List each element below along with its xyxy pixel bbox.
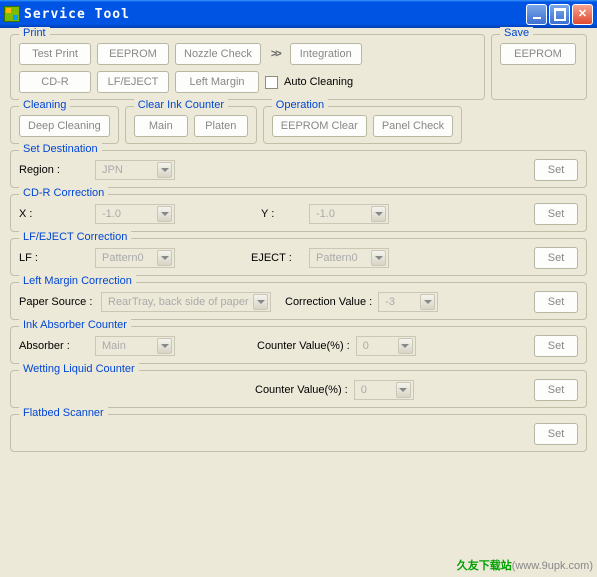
region-value: JPN <box>102 164 123 176</box>
absorber-label: Absorber : <box>19 340 89 352</box>
flatbed-scanner-group: Flatbed Scanner Set <box>10 414 587 452</box>
correction-value: -3 <box>385 296 395 308</box>
lf-label: LF : <box>19 252 89 264</box>
ink-absorber-group: Ink Absorber Counter Absorber : Main Cou… <box>10 326 587 364</box>
cdr-x-combo[interactable]: -1.0 <box>95 204 175 224</box>
chevron-down-icon <box>398 338 413 354</box>
left-margin-correction-group: Left Margin Correction Paper Source : Re… <box>10 282 587 320</box>
ink-counter-value: 0 <box>363 340 369 352</box>
ink-counter-label: Counter Value(%) : <box>257 340 350 352</box>
eeprom-print-button[interactable]: EEPROM <box>97 43 169 65</box>
auto-cleaning-checkbox[interactable] <box>265 76 278 89</box>
ink-counter-combo[interactable]: 0 <box>356 336 416 356</box>
integration-button[interactable]: Integration <box>290 43 362 65</box>
eeprom-clear-button[interactable]: EEPROM Clear <box>272 115 367 137</box>
title-bar: Service Tool <box>0 0 597 28</box>
cdr-x-value: -1.0 <box>102 208 121 220</box>
cdr-y-combo[interactable]: -1.0 <box>309 204 389 224</box>
wetting-liquid-group: Wetting Liquid Counter Counter Value(%) … <box>10 370 587 408</box>
flatbed-scanner-legend: Flatbed Scanner <box>19 407 108 419</box>
arrows-icon: >> <box>267 48 284 60</box>
set-destination-set-button[interactable]: Set <box>534 159 578 181</box>
wetting-counter-value: 0 <box>361 384 367 396</box>
eject-value: Pattern0 <box>316 252 358 264</box>
region-combo[interactable]: JPN <box>95 160 175 180</box>
left-margin-correction-legend: Left Margin Correction <box>19 275 136 287</box>
test-print-button[interactable]: Test Print <box>19 43 91 65</box>
cdr-y-label: Y : <box>261 208 303 220</box>
wetting-counter-label: Counter Value(%) : <box>255 384 348 396</box>
watermark-url: (www.9upk.com) <box>512 560 593 572</box>
correction-value-combo[interactable]: -3 <box>378 292 438 312</box>
cdr-correction-legend: CD-R Correction <box>19 187 108 199</box>
lf-eject-correction-group: LF/EJECT Correction LF : Pattern0 EJECT … <box>10 238 587 276</box>
watermark: 久友下载站(www.9upk.com) <box>457 557 593 573</box>
client-area: Print Test Print EEPROM Nozzle Check >> … <box>0 28 597 577</box>
eject-label: EJECT : <box>251 252 303 264</box>
print-group: Print Test Print EEPROM Nozzle Check >> … <box>10 34 485 100</box>
eject-combo[interactable]: Pattern0 <box>309 248 389 268</box>
app-icon <box>4 6 20 22</box>
set-destination-group: Set Destination Region : JPN Set <box>10 150 587 188</box>
chevron-down-icon <box>253 294 268 310</box>
clear-ink-platen-button[interactable]: Platen <box>194 115 248 137</box>
lf-combo[interactable]: Pattern0 <box>95 248 175 268</box>
flatbed-set-button[interactable]: Set <box>534 423 578 445</box>
clear-ink-group: Clear Ink Counter Main Platen <box>125 106 257 144</box>
left-margin-button[interactable]: Left Margin <box>175 71 259 93</box>
clear-ink-legend: Clear Ink Counter <box>134 99 228 111</box>
print-legend: Print <box>19 27 50 39</box>
close-button[interactable] <box>572 4 593 25</box>
cdr-x-label: X : <box>19 208 89 220</box>
cdr-correction-group: CD-R Correction X : -1.0 Y : -1.0 Set <box>10 194 587 232</box>
panel-check-button[interactable]: Panel Check <box>373 115 453 137</box>
left-margin-set-button[interactable]: Set <box>534 291 578 313</box>
lf-eject-button[interactable]: LF/EJECT <box>97 71 169 93</box>
chevron-down-icon <box>371 206 386 222</box>
save-eeprom-button[interactable]: EEPROM <box>500 43 576 65</box>
chevron-down-icon <box>420 294 435 310</box>
wetting-set-button[interactable]: Set <box>534 379 578 401</box>
window-controls <box>526 4 593 25</box>
absorber-value: Main <box>102 340 126 352</box>
cleaning-legend: Cleaning <box>19 99 70 111</box>
chevron-down-icon <box>157 250 172 266</box>
absorber-combo[interactable]: Main <box>95 336 175 356</box>
lf-value: Pattern0 <box>102 252 144 264</box>
chevron-down-icon <box>157 338 172 354</box>
window-title: Service Tool <box>24 7 130 22</box>
lf-eject-set-button[interactable]: Set <box>534 247 578 269</box>
chevron-down-icon <box>371 250 386 266</box>
nozzle-check-button[interactable]: Nozzle Check <box>175 43 261 65</box>
chevron-down-icon <box>157 162 172 178</box>
clear-ink-main-button[interactable]: Main <box>134 115 188 137</box>
operation-group: Operation EEPROM Clear Panel Check <box>263 106 462 144</box>
paper-source-value: RearTray, back side of paper <box>108 296 249 308</box>
watermark-site: 久友下载站 <box>457 560 512 572</box>
chevron-down-icon <box>396 382 411 398</box>
ink-absorber-legend: Ink Absorber Counter <box>19 319 131 331</box>
save-group: Save EEPROM <box>491 34 587 100</box>
minimize-button[interactable] <box>526 4 547 25</box>
set-destination-legend: Set Destination <box>19 143 102 155</box>
cdr-button[interactable]: CD-R <box>19 71 91 93</box>
wetting-counter-combo[interactable]: 0 <box>354 380 414 400</box>
save-legend: Save <box>500 27 533 39</box>
cdr-y-value: -1.0 <box>316 208 335 220</box>
paper-source-label: Paper Source : <box>19 296 95 308</box>
wetting-liquid-legend: Wetting Liquid Counter <box>19 363 139 375</box>
deep-cleaning-button[interactable]: Deep Cleaning <box>19 115 110 137</box>
chevron-down-icon <box>157 206 172 222</box>
paper-source-combo[interactable]: RearTray, back side of paper <box>101 292 271 312</box>
cleaning-group: Cleaning Deep Cleaning <box>10 106 119 144</box>
correction-value-label: Correction Value : <box>285 296 372 308</box>
ink-absorber-set-button[interactable]: Set <box>534 335 578 357</box>
cdr-set-button[interactable]: Set <box>534 203 578 225</box>
lf-eject-correction-legend: LF/EJECT Correction <box>19 231 131 243</box>
auto-cleaning-label: Auto Cleaning <box>284 76 353 88</box>
region-label: Region : <box>19 164 89 176</box>
operation-legend: Operation <box>272 99 328 111</box>
maximize-button[interactable] <box>549 4 570 25</box>
